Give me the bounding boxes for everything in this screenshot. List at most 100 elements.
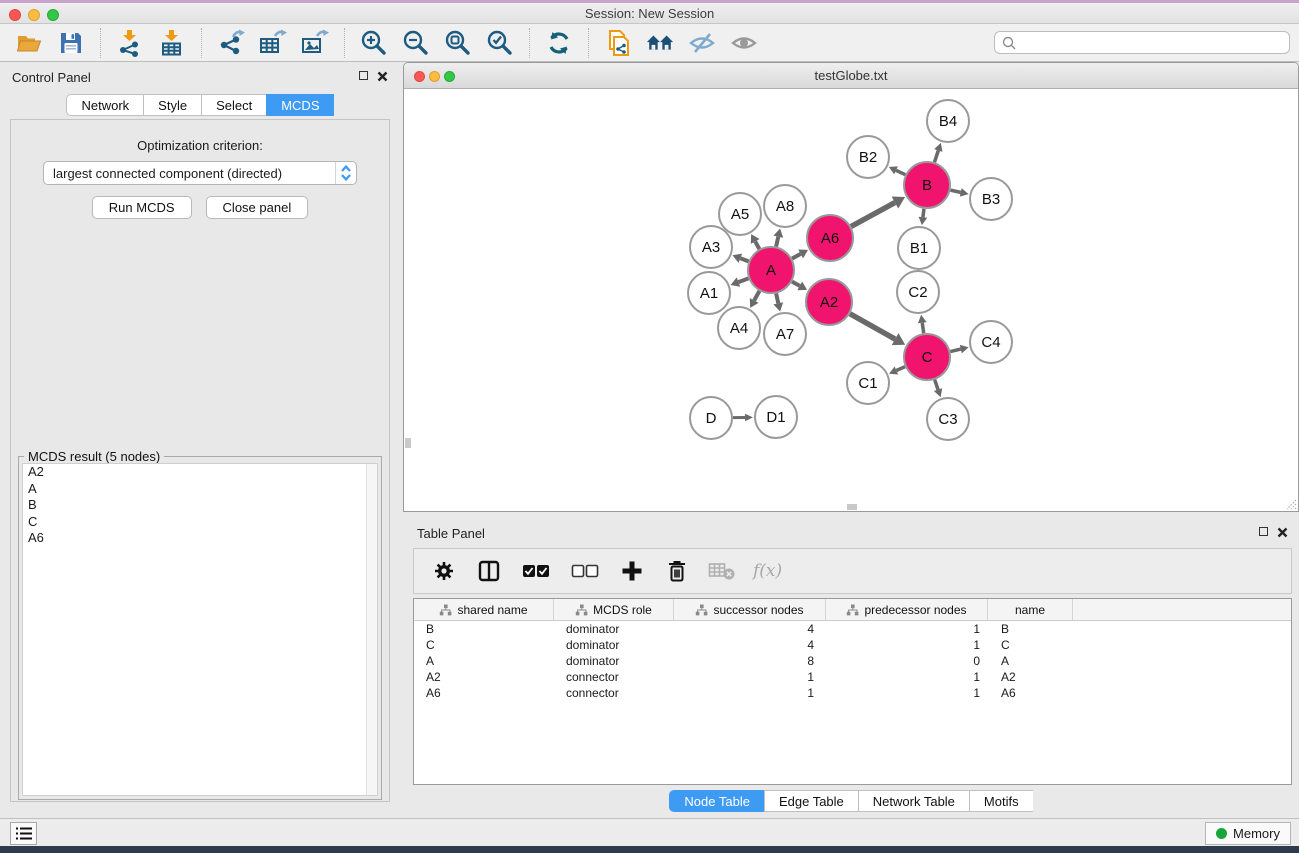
canvas-vertical-scroll-nub[interactable] xyxy=(405,438,411,448)
delete-table-icon[interactable] xyxy=(708,556,736,586)
graph-node-C[interactable]: C xyxy=(904,334,950,380)
column-header[interactable]: shared name xyxy=(414,599,554,620)
hide-selected-eye-icon[interactable] xyxy=(687,28,717,58)
memory-button[interactable]: Memory xyxy=(1205,822,1291,845)
graph-node-A7[interactable]: A7 xyxy=(764,313,806,355)
open-session-icon[interactable] xyxy=(14,28,44,58)
first-neighbors-icon[interactable] xyxy=(645,28,675,58)
run-mcds-button[interactable]: Run MCDS xyxy=(92,196,192,219)
graph-node-A4[interactable]: A4 xyxy=(718,307,760,349)
column-layout-icon[interactable] xyxy=(475,556,503,586)
mcds-result-item[interactable]: A xyxy=(23,481,377,498)
zoom-fit-icon[interactable] xyxy=(443,28,473,58)
graph-node-A6[interactable]: A6 xyxy=(807,215,853,261)
control-panel-tab[interactable]: MCDS xyxy=(266,94,333,116)
search-field[interactable] xyxy=(994,31,1290,54)
graph-edge-A-A2[interactable] xyxy=(792,281,807,290)
canvas-horizontal-scroll-nub[interactable] xyxy=(847,504,857,510)
graph-edge-A-A3[interactable] xyxy=(732,254,748,263)
export-image-icon[interactable] xyxy=(300,28,330,58)
table-row[interactable]: C dominator 4 1 C xyxy=(414,637,1291,653)
graph-edge-A-A4[interactable] xyxy=(750,291,760,308)
table-type-tab[interactable]: Motifs xyxy=(969,790,1033,812)
delete-column-trash-icon[interactable] xyxy=(663,556,691,586)
graph-node-A[interactable]: A xyxy=(748,247,794,293)
close-panel-icon[interactable] xyxy=(377,71,388,82)
graph-edge-C-C1[interactable] xyxy=(889,366,905,374)
graph-node-A8[interactable]: A8 xyxy=(764,185,806,227)
export-network-icon[interactable] xyxy=(216,28,246,58)
graph-edge-D-D1[interactable] xyxy=(733,414,753,421)
export-table-icon[interactable] xyxy=(258,28,288,58)
network-canvas[interactable]: B4 B2 B B3 A8A5 A6 B1 A3 A A1 C2 A2 A4A7 C4 C C1 C3 D D1 xyxy=(404,89,1298,511)
graph-node-A2[interactable]: A2 xyxy=(806,279,852,325)
table-row[interactable]: A2 connector 1 1 A2 xyxy=(414,669,1291,685)
control-panel-tab[interactable]: Select xyxy=(201,94,266,116)
graph-edge-A-A5[interactable] xyxy=(751,234,760,249)
graph-node-B2[interactable]: B2 xyxy=(847,136,889,178)
result-list-scrollbar[interactable] xyxy=(366,464,377,795)
graph-edge-A-A6[interactable] xyxy=(792,250,808,259)
close-panel-button[interactable]: Close panel xyxy=(206,196,309,219)
graph-edge-A-A7[interactable] xyxy=(773,293,783,311)
graph-node-B[interactable]: B xyxy=(904,162,950,208)
window-resize-grip[interactable] xyxy=(1283,496,1297,510)
graph-node-D[interactable]: D xyxy=(690,397,732,439)
column-header[interactable]: MCDS role xyxy=(554,599,674,620)
zoom-in-icon[interactable] xyxy=(359,28,389,58)
zoom-selected-icon[interactable] xyxy=(485,28,515,58)
control-panel-tab[interactable]: Network xyxy=(66,94,143,116)
table-type-tab[interactable]: Edge Table xyxy=(764,790,858,812)
select-all-columns-icon[interactable] xyxy=(520,556,552,586)
create-column-plus-icon[interactable] xyxy=(618,556,646,586)
graph-node-C4[interactable]: C4 xyxy=(970,321,1012,363)
save-session-icon[interactable] xyxy=(56,28,86,58)
show-all-eye-icon[interactable] xyxy=(729,28,759,58)
graph-node-C2[interactable]: C2 xyxy=(897,271,939,313)
graph-edge-A2-C[interactable] xyxy=(850,314,905,345)
graph-edge-B-B1[interactable] xyxy=(919,209,928,225)
graph-node-A1[interactable]: A1 xyxy=(688,272,730,314)
network-window-titlebar[interactable]: testGlobe.txt xyxy=(404,63,1298,89)
float-table-panel-icon[interactable] xyxy=(1259,527,1268,536)
table-row[interactable]: A dominator 8 0 A xyxy=(414,653,1291,669)
graph-node-B1[interactable]: B1 xyxy=(898,227,940,269)
graph-node-C3[interactable]: C3 xyxy=(927,398,969,440)
deselect-all-columns-icon[interactable] xyxy=(569,556,601,586)
graph-edge-C-C3[interactable] xyxy=(934,380,942,397)
graph-edge-A-A1[interactable] xyxy=(731,277,749,286)
mcds-result-item[interactable]: A6 xyxy=(23,530,377,547)
close-table-panel-icon[interactable] xyxy=(1277,527,1288,538)
table-settings-gear-icon[interactable] xyxy=(430,556,458,586)
graph-node-C1[interactable]: C1 xyxy=(847,362,889,404)
column-header[interactable]: successor nodes xyxy=(674,599,826,620)
mcds-result-item[interactable]: C xyxy=(23,514,377,531)
graph-edge-A6-B[interactable] xyxy=(851,196,905,226)
graph-node-D1[interactable]: D1 xyxy=(755,396,797,438)
graph-edge-B-B2[interactable] xyxy=(889,166,906,174)
table-row[interactable]: B dominator 4 1 B xyxy=(414,621,1291,637)
control-panel-tab[interactable]: Style xyxy=(143,94,201,116)
task-history-button[interactable] xyxy=(10,822,37,845)
import-table-icon[interactable] xyxy=(157,28,187,58)
refresh-view-icon[interactable] xyxy=(544,28,574,58)
duplicate-network-icon[interactable] xyxy=(603,28,633,58)
table-type-tab[interactable]: Node Table xyxy=(669,790,764,812)
zoom-out-icon[interactable] xyxy=(401,28,431,58)
graph-node-A3[interactable]: A3 xyxy=(690,226,732,268)
graph-edge-C-C2[interactable] xyxy=(918,315,927,333)
graph-node-B4[interactable]: B4 xyxy=(927,100,969,142)
search-input[interactable] xyxy=(1017,36,1289,50)
column-header[interactable]: name xyxy=(988,599,1073,620)
graph-edge-B-B3[interactable] xyxy=(950,188,968,197)
graph-node-A5[interactable]: A5 xyxy=(719,193,761,235)
graph-node-B3[interactable]: B3 xyxy=(970,178,1012,220)
graph-edge-A-A8[interactable] xyxy=(773,228,783,246)
function-builder-fx-icon[interactable]: f(x) xyxy=(753,561,782,581)
column-header[interactable]: predecessor nodes xyxy=(826,599,988,620)
table-type-tab[interactable]: Network Table xyxy=(858,790,969,812)
float-panel-icon[interactable] xyxy=(359,71,368,80)
mcds-result-item[interactable]: B xyxy=(23,497,377,514)
import-network-icon[interactable] xyxy=(115,28,145,58)
criterion-dropdown[interactable]: largest connected component (directed) xyxy=(43,161,357,185)
